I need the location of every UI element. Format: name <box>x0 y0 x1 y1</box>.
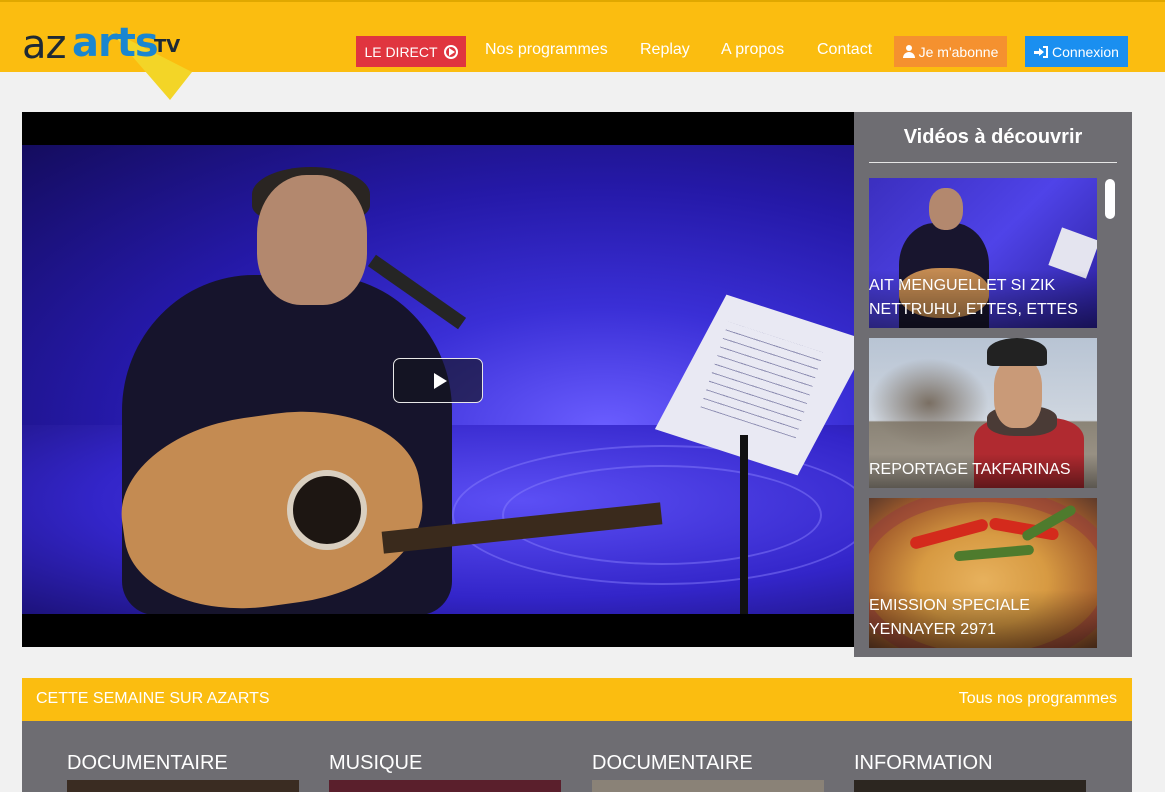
video-card[interactable]: EMISSION SPECIALE YENNAYER 2971 <box>869 498 1097 648</box>
play-icon[interactable] <box>393 358 483 403</box>
all-programs-link[interactable]: Tous nos programmes <box>959 690 1117 708</box>
scrollbar[interactable] <box>1105 179 1115 219</box>
nav-replay[interactable]: Replay <box>640 41 690 59</box>
user-icon <box>902 45 915 58</box>
azarts-logo[interactable]: az arts TV <box>22 20 192 100</box>
live-button-label: LE DIRECT <box>364 43 438 60</box>
category-thumbnail[interactable] <box>592 780 824 792</box>
login-button[interactable]: Connexion <box>1025 36 1128 67</box>
site-header: az arts TV LE DIRECT Nos programmes Repl… <box>0 0 1165 100</box>
discover-title: Vidéos à découvrir <box>903 126 1083 148</box>
video-player[interactable] <box>22 112 854 647</box>
category-label[interactable]: DOCUMENTAIRE <box>67 752 228 775</box>
discover-panel: Vidéos à découvrir AIT MENGUELLET SI ZIK… <box>854 112 1132 657</box>
category-thumbnail[interactable] <box>329 780 561 792</box>
category-thumbnail[interactable] <box>854 780 1086 792</box>
video-card[interactable]: REPORTAGE TAKFARINAS <box>869 338 1097 488</box>
divider <box>869 162 1117 163</box>
nav-contact[interactable]: Contact <box>817 41 872 59</box>
category-thumbnail[interactable] <box>67 780 299 792</box>
nav-programmes[interactable]: Nos programmes <box>485 41 608 59</box>
subscribe-button[interactable]: Je m'abonne <box>894 36 1007 67</box>
logo-arts: arts <box>72 20 159 66</box>
video-card-title: REPORTAGE TAKFARINAS <box>869 454 1097 488</box>
sign-in-icon <box>1034 45 1049 58</box>
week-banner: CETTE SEMAINE SUR AZARTS Tous nos progra… <box>22 678 1132 721</box>
week-title: CETTE SEMAINE SUR AZARTS <box>36 690 270 707</box>
subscribe-label: Je m'abonne <box>918 43 999 60</box>
video-card-title: AIT MENGUELLET SI ZIK NETTRUHU, ETTES, E… <box>869 270 1097 328</box>
category-label[interactable]: DOCUMENTAIRE <box>592 752 753 775</box>
video-card[interactable]: AIT MENGUELLET SI ZIK NETTRUHU, ETTES, E… <box>869 178 1097 328</box>
live-button[interactable]: LE DIRECT <box>356 36 466 67</box>
login-label: Connexion <box>1052 43 1119 60</box>
category-label[interactable]: MUSIQUE <box>329 752 422 775</box>
nav-about[interactable]: A propos <box>721 41 784 59</box>
logo-az: az <box>22 22 67 68</box>
logo-tv: TV <box>154 36 181 57</box>
category-label[interactable]: INFORMATION <box>854 752 993 775</box>
play-circle-icon <box>443 44 458 59</box>
video-card-title: EMISSION SPECIALE YENNAYER 2971 <box>869 590 1097 648</box>
